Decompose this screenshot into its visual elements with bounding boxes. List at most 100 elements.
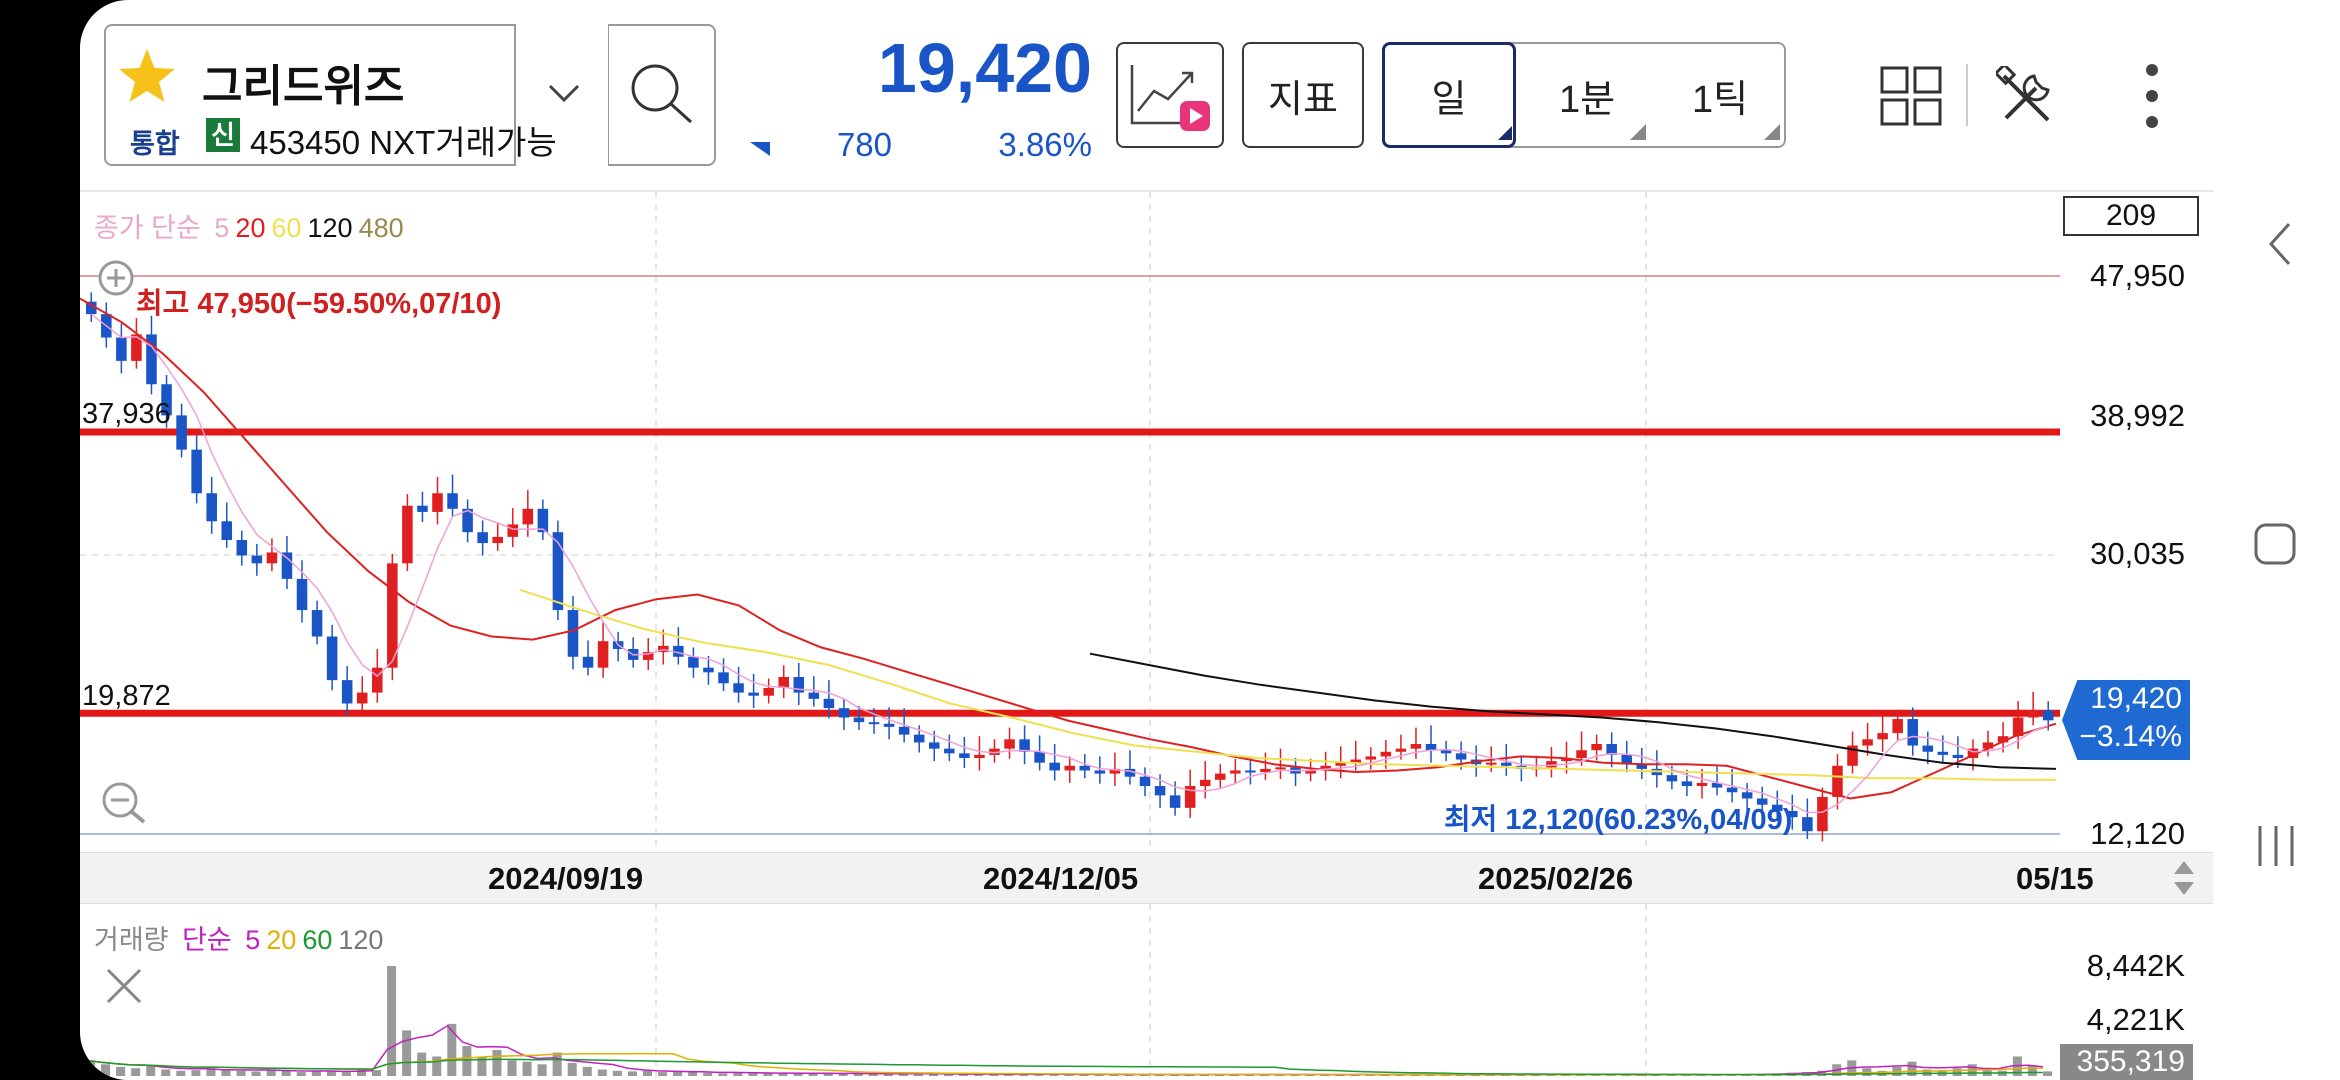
- video-chart-button[interactable]: [1116, 42, 1224, 148]
- candle-body: [432, 493, 443, 512]
- legend-ma480: 480: [358, 213, 404, 243]
- candle-body: [507, 524, 519, 537]
- tab-day[interactable]: 일: [1382, 42, 1516, 148]
- candle-body: [402, 505, 413, 564]
- tools-icon[interactable]: [1996, 66, 2058, 128]
- zoom-in-icon[interactable]: [96, 258, 136, 298]
- vol-legend-ma120: 120: [338, 925, 384, 955]
- volume-legend: 거래량 단순 5 20 60 120: [94, 918, 389, 957]
- toolbar-divider: [1966, 64, 1968, 126]
- candle-body: [2027, 710, 2039, 718]
- legend-ma60: 60: [271, 213, 302, 243]
- candle-body: [1892, 719, 1903, 734]
- zoom-out-icon[interactable]: [100, 780, 150, 826]
- axis-tick: 47,950: [2090, 258, 2185, 293]
- candle-body: [1832, 765, 1843, 797]
- search-button[interactable]: [608, 24, 716, 166]
- candle-body: [251, 555, 263, 564]
- favorite-star-icon[interactable]: [116, 46, 178, 106]
- candle-body: [838, 708, 850, 718]
- candle-body: [748, 692, 759, 696]
- volume-bar: [2027, 1065, 2037, 1076]
- candle-body: [1079, 765, 1091, 771]
- candle-body: [808, 692, 820, 699]
- chevron-down-icon[interactable]: [546, 80, 582, 104]
- stock-name: 그리드위즈: [202, 62, 405, 111]
- market-tag: 통합: [130, 129, 180, 159]
- volume-bar: [597, 1069, 607, 1076]
- back-icon[interactable]: [2267, 222, 2293, 266]
- stock-selector[interactable]: 그리드위즈 통합 신 453450 NXT거래가능: [104, 24, 557, 166]
- candle-body: [928, 742, 940, 749]
- volume-bar: [2042, 1071, 2052, 1076]
- volume-bar: [522, 1061, 532, 1076]
- candle-body: [944, 748, 955, 754]
- candle-body: [176, 415, 187, 450]
- axis-tick: 12,120: [2090, 816, 2185, 851]
- high-annotation: 최고 47,950(−59.50%,07/10): [136, 288, 502, 320]
- app-screen: 그리드위즈 통합 신 453450 NXT거래가능 19,420 780 3.8…: [80, 0, 2213, 1080]
- candle-body: [1139, 776, 1151, 787]
- candle-body: [492, 536, 503, 544]
- more-menu-icon[interactable]: [2142, 62, 2162, 130]
- date-axis: 2024/09/19 2024/12/05 2025/02/26 05/15: [80, 852, 2213, 904]
- candle-body: [281, 552, 293, 579]
- candle-body: [1365, 756, 1377, 760]
- current-price-tag-pct: −3.14%: [2079, 720, 2182, 753]
- candle-body: [522, 508, 534, 525]
- volume-bar: [311, 1071, 321, 1076]
- candle-body: [296, 578, 308, 611]
- candle-body: [116, 337, 127, 361]
- count-box: 209: [2063, 196, 2199, 236]
- price-axis: 47,950 38,992 30,035: [2060, 258, 2185, 578]
- volume-bar: [146, 1065, 156, 1076]
- volume-bar: [417, 1052, 427, 1076]
- candle-body: [567, 610, 579, 657]
- current-price: 19,420: [877, 29, 1092, 107]
- recent-apps-icon[interactable]: [2255, 824, 2297, 868]
- volume-bar: [341, 1072, 351, 1076]
- candle-body: [191, 449, 202, 494]
- candle-body: [1199, 779, 1211, 787]
- volume-bar: [116, 1066, 126, 1076]
- candle-body: [2042, 710, 2054, 721]
- axis-tick: 38,992: [2090, 398, 2185, 433]
- volume-bar: [552, 1052, 562, 1076]
- candle-body: [1215, 773, 1226, 780]
- candle-body: [778, 677, 789, 688]
- price-change-pct: 3.86%: [998, 126, 1092, 163]
- volume-legend-label: 거래량: [94, 925, 169, 955]
- indicator-button[interactable]: 지표: [1242, 42, 1364, 148]
- date-label: 2024/09/19: [488, 861, 644, 896]
- volume-bar: [612, 1070, 622, 1076]
- candle-body: [1666, 775, 1678, 782]
- legend-ma120: 120: [307, 213, 353, 243]
- volume-bar: [688, 1072, 698, 1076]
- candle-body: [1937, 751, 1949, 755]
- candle-body: [1064, 765, 1076, 771]
- volume-bar: [387, 966, 397, 1076]
- volume-bar: [161, 1069, 171, 1076]
- volume-bar: [567, 1062, 577, 1076]
- vol-legend-ma20: 20: [266, 925, 297, 955]
- candle-body: [868, 722, 880, 725]
- stock-code: 453450 NXT거래가능: [250, 124, 557, 161]
- ma-line-5: [90, 313, 2049, 814]
- layout-grid-icon[interactable]: [1880, 66, 1942, 126]
- volume-bar: [402, 1030, 412, 1076]
- system-nav-bar: [2213, 0, 2340, 1080]
- volume-bar: [582, 1066, 592, 1076]
- volume-bar: [718, 1073, 728, 1076]
- volume-bar: [703, 1072, 713, 1076]
- home-icon[interactable]: [2253, 522, 2297, 566]
- axis-scroll-icon[interactable]: [2172, 859, 2196, 897]
- candle-body: [1952, 754, 1964, 759]
- volume-legend-type: 단순: [182, 925, 232, 955]
- volume-bar: [642, 1070, 653, 1076]
- candle-body: [959, 753, 970, 759]
- candle-body: [1260, 768, 1271, 773]
- volume-bar: [101, 1064, 111, 1076]
- candle-body: [1817, 796, 1828, 832]
- candle-body: [356, 692, 368, 704]
- close-volume-icon[interactable]: [104, 966, 144, 1006]
